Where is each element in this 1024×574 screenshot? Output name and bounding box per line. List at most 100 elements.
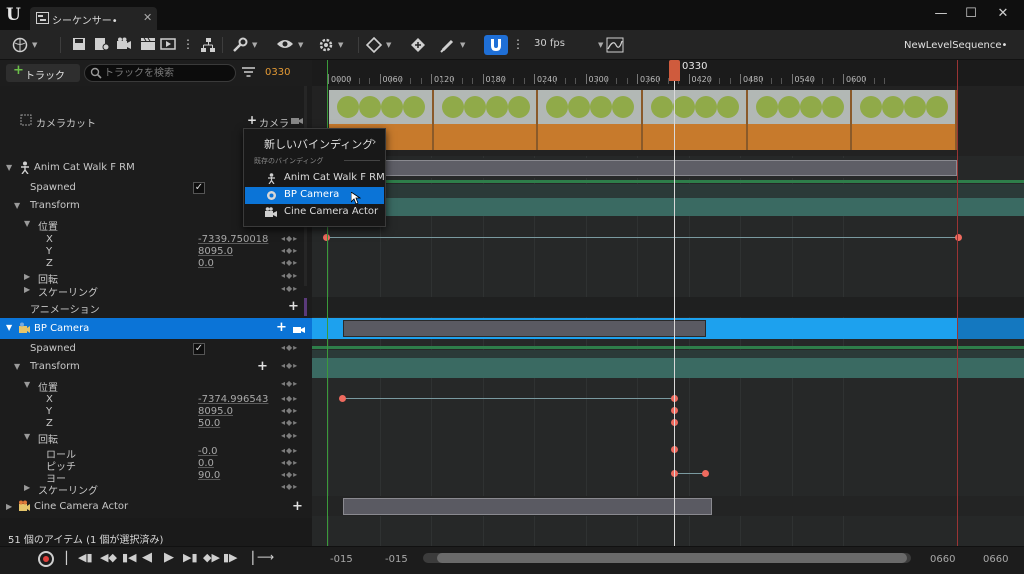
key-nav-icon[interactable]: ◂◆▸ xyxy=(281,258,298,267)
playhead-handle[interactable] xyxy=(669,60,680,81)
play-reverse-icon[interactable]: ◀ xyxy=(142,550,152,565)
scrollbar-thumb[interactable] xyxy=(437,553,907,563)
add-track-plus-icon[interactable]: + xyxy=(276,320,287,335)
clapper-icon[interactable] xyxy=(140,37,156,53)
settings-gear-icon[interactable]: ▼ xyxy=(318,37,343,53)
snap-magnet-button[interactable] xyxy=(484,35,508,55)
step-back-icon[interactable]: ▮◀ xyxy=(122,551,137,564)
snap-options-icon[interactable]: ⋮ xyxy=(512,37,524,53)
step-back-key-icon[interactable]: ◀◆ xyxy=(100,551,117,564)
curve-editor-icon[interactable] xyxy=(606,37,624,53)
playback-end-field[interactable]: 0660 xyxy=(930,554,955,565)
search-input[interactable] xyxy=(104,66,230,80)
key-nav-icon[interactable]: ◂◆▸ xyxy=(281,361,298,370)
expand-arrow-icon[interactable]: ▶ xyxy=(24,272,30,281)
maximize-button[interactable]: ☐ xyxy=(958,6,984,21)
key-nav-icon[interactable]: ◂◆▸ xyxy=(281,458,298,467)
tab-close-icon[interactable]: ✕ xyxy=(143,11,152,24)
key-nav-icon[interactable]: ◂◆▸ xyxy=(281,284,298,293)
keyframe[interactable] xyxy=(702,470,709,477)
play-icon[interactable]: ▶ xyxy=(164,550,174,565)
key-auto-icon[interactable] xyxy=(410,37,426,53)
collapse-arrow-icon[interactable]: ▼ xyxy=(24,380,30,389)
playback-start-field[interactable]: -015 xyxy=(385,554,408,565)
key-nav-icon[interactable]: ◂◆▸ xyxy=(281,271,298,280)
close-button[interactable]: ✕ xyxy=(990,6,1016,21)
camera-icon[interactable] xyxy=(116,37,132,53)
track-area[interactable] xyxy=(312,86,1024,546)
save-as-icon[interactable] xyxy=(94,37,110,53)
key-nav-icon[interactable]: ◂◆▸ xyxy=(281,379,298,388)
loop-mode-icon[interactable]: ⟶ xyxy=(257,550,274,564)
key-nav-icon[interactable]: ◂◆▸ xyxy=(281,446,298,455)
track-search-box[interactable] xyxy=(84,64,236,82)
key-nav-icon[interactable]: ◂◆▸ xyxy=(281,343,298,352)
key-diamond-icon[interactable]: ▼ xyxy=(366,37,391,53)
collapse-arrow-icon[interactable]: ▼ xyxy=(24,432,30,441)
key-nav-icon[interactable]: ◂◆▸ xyxy=(281,482,298,491)
current-frame-field[interactable]: 0330 xyxy=(265,67,290,78)
key-nav-icon[interactable]: ◂◆▸ xyxy=(281,418,298,427)
add-animation-plus-icon[interactable]: + xyxy=(288,299,299,314)
add-key-plus-icon[interactable]: + xyxy=(257,359,268,374)
hierarchy-icon[interactable] xyxy=(200,37,216,53)
keyframe[interactable] xyxy=(339,395,346,402)
key-nav-icon[interactable]: ◂◆▸ xyxy=(281,470,298,479)
playhead-line[interactable] xyxy=(674,76,675,546)
view-end-field[interactable]: 0660 xyxy=(983,554,1008,565)
menu-item-cine-camera[interactable]: Cine Camera Actor xyxy=(245,204,384,221)
fps-selector[interactable]: 30 fps xyxy=(534,38,565,49)
menu-item-bp-camera[interactable]: BP Camera xyxy=(245,187,384,205)
spawned-checkbox[interactable]: ✓ xyxy=(193,343,205,355)
transform-track[interactable]: ▼ Transform + ◂◆▸ xyxy=(0,358,312,376)
bp-camera-section[interactable] xyxy=(343,320,706,337)
world-icon[interactable]: ▼ xyxy=(12,37,37,53)
brush-icon[interactable]: ▼ xyxy=(440,37,465,53)
time-ruler[interactable]: 0000 0060 0120 0180 0240 0300 0360 0420 0480 0540… xyxy=(312,60,1024,86)
camera-icon[interactable] xyxy=(293,324,305,334)
spawned-checkbox[interactable]: ✓ xyxy=(193,182,205,194)
step-forward-icon[interactable]: ▶▮ xyxy=(183,551,198,564)
submenu-arrow-icon[interactable]: › xyxy=(372,135,376,148)
tab-sequencer[interactable]: シーケンサー• ✕ xyxy=(30,7,157,30)
new-binding-menu-item[interactable]: 新しいバインディング xyxy=(264,136,373,152)
scale-track[interactable]: ▶ スケーリング ◂◆▸ xyxy=(0,479,312,497)
render-movie-icon[interactable] xyxy=(160,37,176,53)
unreal-logo-icon[interactable]: U xyxy=(6,5,26,25)
prev-key-icon[interactable]: ◀▮ xyxy=(78,551,93,564)
animation-track[interactable]: アニメーション + xyxy=(0,298,312,316)
cine-camera-section[interactable] xyxy=(343,498,712,515)
spawned-track[interactable]: Spawned ✓ ◂◆▸ xyxy=(0,340,312,358)
bp-camera-track[interactable]: ▼ BP Camera + xyxy=(0,318,312,339)
jump-start-icon[interactable]: ▏ xyxy=(66,551,75,565)
key-nav-icon[interactable]: ◂◆▸ xyxy=(281,246,298,255)
save-icon[interactable] xyxy=(72,37,86,53)
camera-icon[interactable] xyxy=(291,115,303,125)
next-key-icon[interactable]: ◆▶ xyxy=(203,551,220,564)
record-button[interactable] xyxy=(38,551,54,567)
key-nav-icon[interactable]: ◂◆▸ xyxy=(281,394,298,403)
collapse-arrow-icon[interactable]: ▼ xyxy=(6,323,12,332)
view-start-field[interactable]: -015 xyxy=(330,554,353,565)
minimize-button[interactable]: — xyxy=(928,6,954,21)
add-camera-plus-icon[interactable]: + xyxy=(247,113,257,127)
cine-camera-track[interactable]: ▶ Cine Camera Actor + xyxy=(0,498,312,516)
playback-end-marker[interactable] xyxy=(957,60,958,546)
jump-end-icon[interactable]: ▮▶ xyxy=(223,551,238,564)
expand-arrow-icon[interactable]: ▶ xyxy=(6,502,12,511)
key-nav-icon[interactable]: ◂◆▸ xyxy=(281,406,298,415)
loop-icon[interactable]: ▕ xyxy=(244,551,253,565)
anim-cat-section[interactable] xyxy=(328,160,957,176)
expand-arrow-icon[interactable]: ▶ xyxy=(24,285,30,294)
wrench-icon[interactable]: ▼ xyxy=(232,37,257,53)
add-track-plus-icon[interactable]: + xyxy=(292,499,303,514)
fps-caret-icon[interactable]: ▼ xyxy=(598,41,603,49)
key-nav-icon[interactable]: ◂◆▸ xyxy=(281,234,298,243)
collapse-arrow-icon[interactable]: ▼ xyxy=(6,163,12,172)
scale-track[interactable]: ▶ スケーリング ◂◆▸ xyxy=(0,281,312,299)
camera-cut-thumbnails[interactable] xyxy=(329,90,957,150)
collapse-arrow-icon[interactable]: ▼ xyxy=(14,201,20,210)
key-nav-icon[interactable]: ◂◆▸ xyxy=(281,431,298,440)
menu-item-anim-cat[interactable]: Anim Cat Walk F RM xyxy=(245,170,385,187)
eye-icon[interactable]: ▼ xyxy=(276,37,303,53)
